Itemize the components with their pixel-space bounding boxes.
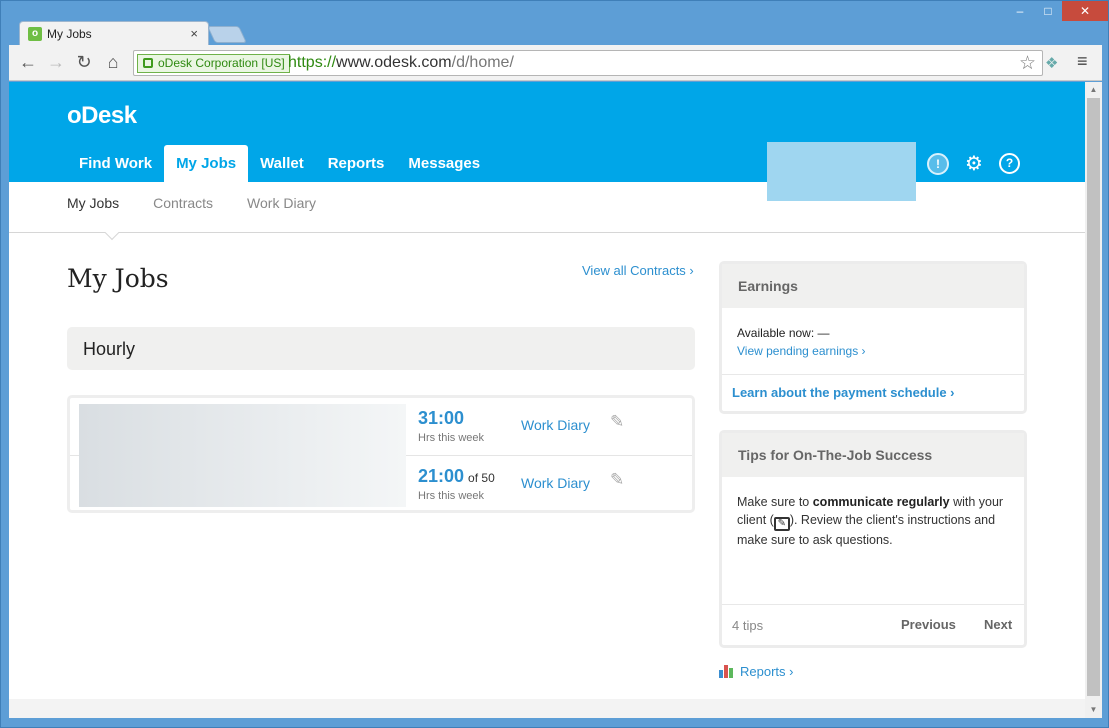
hours-this-week: 31:00 [418,408,464,429]
row-divider [70,455,79,456]
subnav-divider [9,232,1085,233]
work-diary-link[interactable]: Work Diary [521,475,590,491]
page-viewport: oDesk Find Work My Jobs Wallet Reports M… [9,82,1085,699]
view-all-contracts-link[interactable]: View all Contracts › [582,263,694,278]
ev-certificate-badge[interactable]: oDesk Corporation [US] [137,54,290,73]
vertical-scrollbar[interactable]: ▲ ▼ [1085,82,1102,718]
available-now: Available now: — [737,326,830,340]
hours-caption: Hrs this week [418,490,485,502]
hours-value: 21:00 [418,466,465,486]
earnings-body: Available now: — View pending earnings › [722,308,1024,360]
notification-icon[interactable]: ! [927,153,949,175]
hourly-jobs-list: 31:00 Hrs this week Work Diary ✎ 21:00 of… [67,395,695,513]
hours-limit: of 50 [468,471,495,485]
job-row: 21:00 of 50 Hrs this week Work Diary ✎ [406,455,692,512]
maximize-button[interactable]: □ [1034,1,1062,21]
scroll-up-icon[interactable]: ▲ [1085,82,1102,98]
menu-icon[interactable]: ≡ [1077,51,1088,72]
edit-icon[interactable]: ✎ [610,412,628,431]
edit-icon: ✎ [773,517,790,531]
url-scheme: https:// [288,54,337,71]
edit-icon[interactable]: ✎ [610,470,628,489]
nav-messages[interactable]: Messages [396,145,492,182]
tips-title: Tips for On-The-Job Success [722,433,1024,477]
home-icon[interactable]: ⌂ [102,52,124,73]
bookmark-star-icon[interactable]: ☆ [1019,52,1036,75]
back-icon[interactable]: ← [17,52,39,73]
tip-text-bold: communicate regularly [812,495,950,509]
earnings-card: Earnings Available now: — View pending e… [719,261,1027,414]
page-title: My Jobs [67,264,169,293]
tips-footer: 4 tips Previous Next [722,604,1024,644]
browser-window: o My Jobs × – □ ✕ ← → ↻ ⌂ oDesk Corporat… [0,0,1109,728]
address-bar[interactable]: oDesk Corporation [US] https://www.odesk… [133,50,1043,76]
odesk-favicon-icon: o [28,27,42,41]
nav-find-work[interactable]: Find Work [67,145,164,182]
subnav-work-diary[interactable]: Work Diary [247,195,316,211]
earnings-title: Earnings [722,264,1024,308]
scroll-down-icon[interactable]: ▼ [1085,702,1102,718]
url-text: https://www.odesk.com/d/home/ [288,54,514,72]
url-host: www.odesk.com [336,54,452,71]
work-diary-link[interactable]: Work Diary [521,417,590,433]
odesk-logo[interactable]: oDesk [67,102,137,130]
job-details-redacted[interactable] [79,404,406,507]
close-window-button[interactable]: ✕ [1062,1,1108,21]
gear-icon[interactable]: ⚙ [963,153,985,175]
next-tip-button[interactable]: Next [984,617,1012,632]
user-menu-redacted[interactable] [767,142,916,201]
tip-text-part: Make sure to [737,495,813,509]
sub-nav: My Jobs Contracts Work Diary [67,195,350,211]
hours-this-week: 21:00 of 50 [418,466,495,487]
reports-link-label: Reports › [740,664,794,679]
page-bottom-strip [9,699,1085,718]
minimize-button[interactable]: – [1006,1,1034,21]
tips-count: 4 tips [732,618,764,633]
ev-label: oDesk Corporation [US] [158,56,285,70]
hours-value: 31:00 [418,408,465,428]
view-pending-earnings-link[interactable]: View pending earnings › [737,342,1009,360]
nav-wallet[interactable]: Wallet [248,145,316,182]
subnav-contracts[interactable]: Contracts [153,195,213,211]
subnav-my-jobs[interactable]: My Jobs [67,195,119,211]
hours-caption: Hrs this week [418,432,485,444]
tips-card: Tips for On-The-Job Success Make sure to… [719,430,1027,648]
site-header: oDesk Find Work My Jobs Wallet Reports M… [9,82,1085,182]
subnav-active-caret [104,225,120,241]
payment-schedule-link[interactable]: Learn about the payment schedule › [722,374,1024,410]
url-path: /d/home/ [451,54,514,71]
lock-icon [143,58,153,68]
window-controls: – □ ✕ [1006,1,1108,23]
tab-title: My Jobs [47,27,92,41]
browser-toolbar: ← → ↻ ⌂ oDesk Corporation [US] https://w… [9,45,1102,81]
nav-reports[interactable]: Reports [316,145,397,182]
title-bar: o My Jobs × – □ ✕ [1,1,1108,45]
bar-chart-icon [719,665,735,678]
main-nav: Find Work My Jobs Wallet Reports Message… [67,145,492,182]
forward-icon[interactable]: → [45,52,67,73]
help-icon[interactable]: ? [999,153,1020,174]
new-tab-button[interactable] [207,26,247,43]
job-row: 31:00 Hrs this week Work Diary ✎ [406,398,692,455]
reload-icon[interactable]: ↻ [73,52,95,73]
hourly-section-header: Hourly [67,327,695,370]
hourly-label: Hourly [83,339,136,359]
reports-link[interactable]: Reports › [719,664,793,679]
nav-my-jobs[interactable]: My Jobs [164,145,249,182]
browser-tab[interactable]: o My Jobs × [19,21,209,45]
extension-icon[interactable]: ❖ [1045,54,1058,72]
previous-tip-button[interactable]: Previous [901,617,956,632]
scroll-thumb[interactable] [1087,98,1100,696]
tab-close-icon[interactable]: × [190,26,198,41]
tip-text: Make sure to communicate regularly with … [722,477,1024,565]
